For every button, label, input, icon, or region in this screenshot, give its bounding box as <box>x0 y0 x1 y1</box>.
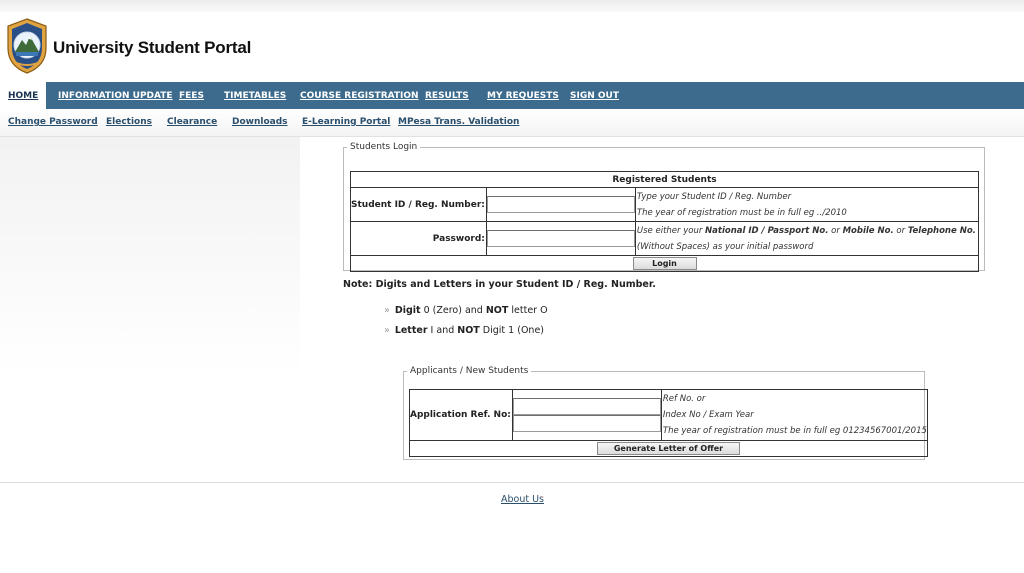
password-initial-hint: (Without Spaces) as your initial passwor… <box>636 241 814 252</box>
application-ref-input-2[interactable] <box>512 415 661 432</box>
nav-home[interactable]: HOME <box>0 82 47 109</box>
application-ref-input[interactable] <box>512 398 661 415</box>
nav-sign-out[interactable]: SIGN OUT <box>570 82 619 109</box>
footer-divider <box>0 482 1024 483</box>
subnav-elections[interactable]: Elections <box>106 109 152 137</box>
top-strip <box>0 0 1024 12</box>
main-nav: HOME INFORMATION UPDATE FEES TIMETABLES … <box>0 82 1024 109</box>
login-button[interactable]: Login <box>632 257 697 270</box>
nav-results[interactable]: RESULTS <box>425 82 469 109</box>
tip-letter-i: » Letter I and NOT Digit 1 (One) <box>384 325 544 336</box>
header: University Student Portal <box>0 12 1024 82</box>
subnav-downloads[interactable]: Downloads <box>232 109 288 137</box>
login-table: Registered Students Student ID / Reg. Nu… <box>350 171 980 272</box>
student-id-input[interactable] <box>486 196 635 213</box>
nav-fees[interactable]: FEES <box>179 82 204 109</box>
applicants-legend: Applicants / New Students <box>410 366 529 376</box>
about-us-link[interactable]: About Us <box>501 494 544 505</box>
subnav-change-password[interactable]: Change Password <box>8 109 98 137</box>
sub-nav: Change Password Elections Clearance Down… <box>0 109 1024 137</box>
note-heading: Note: Digits and Letters in your Student… <box>343 279 656 290</box>
students-login-legend: Students Login <box>350 142 418 152</box>
student-id-label: Student ID / Reg. Number: <box>350 187 487 222</box>
nav-information-update[interactable]: INFORMATION UPDATE <box>58 82 173 109</box>
students-login-box: Students Login Registered Students Stude… <box>343 142 985 272</box>
student-id-year-hint: The year of registration must be in full… <box>636 207 847 218</box>
registration-year-hint: The year of registration must be in full… <box>662 426 927 436</box>
double-chevron-right-icon: » <box>384 325 390 336</box>
applicants-table: Application Ref. No: Ref No. or Index No… <box>409 389 928 457</box>
password-hint: Use either your National ID / Passport N… <box>636 225 976 236</box>
tip-digit-zero: » Digit 0 (Zero) and NOT letter O <box>384 305 548 316</box>
generate-offer-button[interactable]: Generate Letter of Offer <box>596 442 740 455</box>
application-ref-label: Application Ref. No: <box>409 389 513 441</box>
password-input[interactable] <box>486 230 635 247</box>
nav-course-registration[interactable]: COURSE REGISTRATION <box>300 82 419 109</box>
university-crest-icon <box>7 18 47 74</box>
footer-marker: · <box>541 493 544 502</box>
double-chevron-right-icon: » <box>384 305 390 316</box>
subnav-e-learning-portal[interactable]: E-Learning Portal <box>302 109 390 137</box>
ref-no-hint: Ref No. or <box>662 394 706 404</box>
student-id-hint: Type your Student ID / Reg. Number <box>636 191 792 202</box>
nav-my-requests[interactable]: MY REQUESTS <box>487 82 559 109</box>
page-title: University Student Portal <box>53 38 252 57</box>
password-label: Password: <box>350 221 487 256</box>
applicants-box: Applicants / New Students Application Re… <box>403 366 928 460</box>
index-no-hint: Index No / Exam Year <box>662 410 754 420</box>
left-panel <box>0 137 300 477</box>
login-table-header: Registered Students <box>350 171 979 188</box>
subnav-clearance[interactable]: Clearance <box>167 109 217 137</box>
nav-timetables[interactable]: TIMETABLES <box>224 82 286 109</box>
subnav-mpesa-validation[interactable]: MPesa Trans. Validation <box>398 109 519 137</box>
